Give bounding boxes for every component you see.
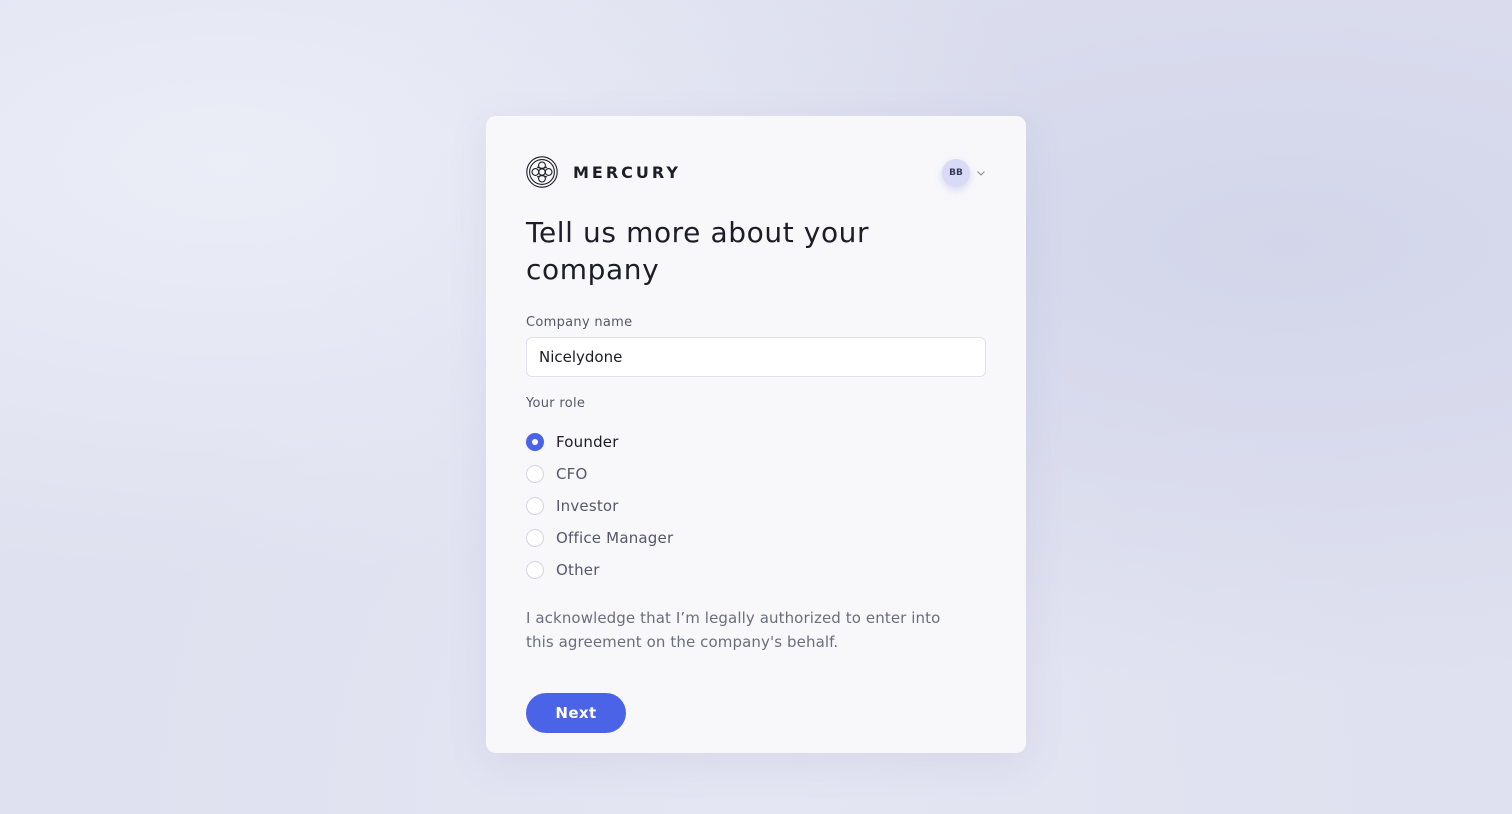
role-option-office-manager[interactable]: Office Manager (526, 522, 986, 554)
acknowledgement-text: I acknowledge that I’m legally authorize… (526, 609, 941, 651)
account-menu[interactable]: BB (942, 158, 986, 187)
role-option-label: Founder (556, 433, 619, 451)
onboarding-card: MERCURY BB Tell us more about your compa… (486, 116, 1026, 753)
role-option-label: Office Manager (556, 529, 674, 547)
radio-investor[interactable] (526, 497, 544, 515)
brand: MERCURY (526, 156, 681, 188)
radio-office-manager[interactable] (526, 529, 544, 547)
radio-founder[interactable] (526, 433, 544, 451)
brand-name: MERCURY (573, 162, 681, 182)
radio-other[interactable] (526, 561, 544, 579)
avatar[interactable]: BB (942, 158, 970, 187)
role-option-label: CFO (556, 465, 588, 483)
role-option-founder[interactable]: Founder (526, 426, 986, 458)
role-radio-group: Founder CFO Investor Office Manager Othe… (526, 426, 986, 586)
company-name-input[interactable] (526, 337, 986, 377)
mercury-logo-icon (526, 156, 558, 188)
company-name-label: Company name (526, 315, 633, 330)
role-option-other[interactable]: Other (526, 554, 986, 586)
card-header: MERCURY BB (526, 156, 986, 188)
chevron-down-icon[interactable] (976, 168, 986, 178)
role-option-cfo[interactable]: CFO (526, 458, 986, 490)
radio-cfo[interactable] (526, 465, 544, 483)
next-button[interactable]: Next (526, 693, 626, 733)
role-option-investor[interactable]: Investor (526, 490, 986, 522)
page-title: Tell us more about your company (526, 216, 870, 286)
role-option-label: Other (556, 561, 600, 579)
role-option-label: Investor (556, 497, 619, 515)
role-label: Your role (526, 396, 586, 411)
